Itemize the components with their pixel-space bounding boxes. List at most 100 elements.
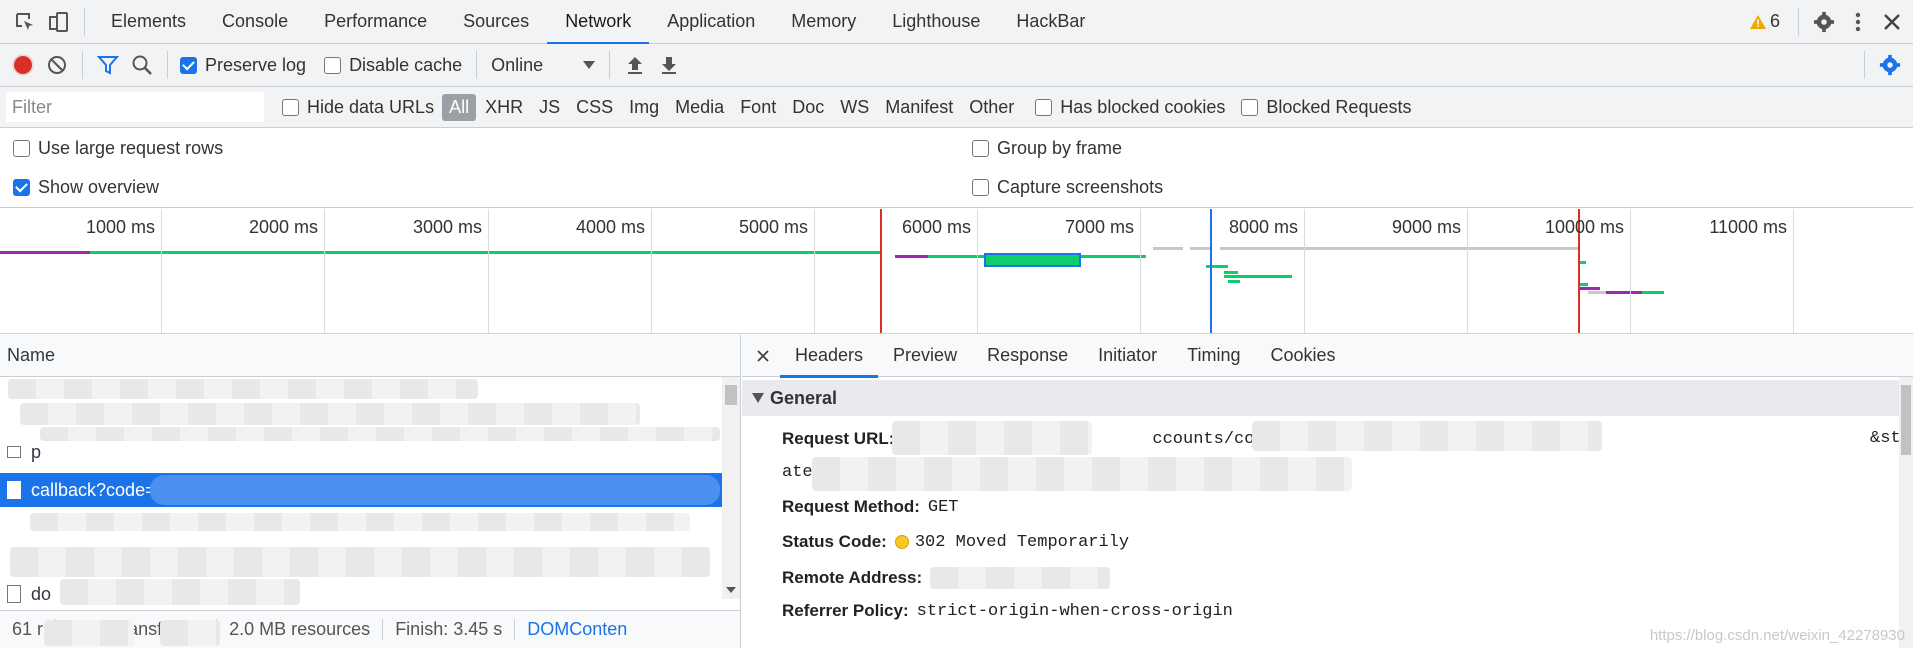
- type-filter-xhr[interactable]: XHR: [478, 94, 530, 121]
- domcontentloaded-time[interactable]: DOMConten: [515, 619, 639, 640]
- panel-tabs: Elements Console Performance Sources Network…: [93, 0, 1103, 45]
- checkbox-unchecked[interactable]: [13, 139, 30, 157]
- toolbar-divider: [1864, 51, 1865, 79]
- timeline-tick-label: 10000 ms: [1544, 217, 1624, 237]
- timeline-gridline: [1304, 209, 1305, 333]
- tab-elements[interactable]: Elements: [93, 0, 204, 44]
- settings-row-1: Use large request rows Group by frame: [0, 128, 1913, 168]
- device-toolbar-icon[interactable]: [42, 5, 76, 39]
- document-file-icon: [7, 446, 21, 458]
- filter-icon[interactable]: [91, 48, 125, 82]
- request-name: callback?code=: [31, 479, 156, 500]
- finish-time: Finish: 3.45 s: [383, 619, 516, 640]
- name-column-header[interactable]: Name: [0, 335, 740, 377]
- close-details-icon[interactable]: [746, 339, 780, 373]
- timeline-gridline: [324, 209, 325, 333]
- checkbox-unchecked[interactable]: [1241, 98, 1259, 116]
- type-filter-js[interactable]: JS: [532, 94, 567, 121]
- checkbox-checked[interactable]: [180, 56, 197, 74]
- network-overview-timeline[interactable]: 1000 ms 2000 ms 3000 ms 4000 ms 5000 ms 6000 …: [0, 209, 1913, 334]
- scroll-down-arrow-icon[interactable]: [726, 587, 736, 593]
- filter-input[interactable]: [6, 92, 264, 122]
- redacted-region: [1252, 421, 1602, 451]
- preserve-log-checkbox[interactable]: Preserve log: [180, 55, 306, 76]
- requests-scrollbar[interactable]: [722, 377, 740, 599]
- clear-icon[interactable]: [40, 48, 74, 82]
- status-code-label: Status Code:: [782, 532, 887, 551]
- blocked-requests-checkbox[interactable]: Blocked Requests: [1241, 97, 1411, 118]
- tab-application[interactable]: Application: [649, 0, 773, 44]
- group-by-frame-label: Group by frame: [997, 137, 1123, 158]
- scrollbar-thumb[interactable]: [725, 385, 737, 405]
- blocked-requests-label: Blocked Requests: [1266, 96, 1412, 117]
- scrollbar-thumb[interactable]: [1901, 385, 1911, 455]
- request-url-value-wrap: ate: [782, 463, 813, 482]
- show-overview-checkbox[interactable]: Show overview: [13, 177, 159, 198]
- details-tab-headers[interactable]: Headers: [780, 335, 879, 378]
- disable-cache-label: Disable cache: [349, 54, 463, 75]
- redacted-region: [160, 620, 220, 646]
- group-by-frame-checkbox[interactable]: Group by frame: [972, 138, 1122, 159]
- more-options-icon[interactable]: [1841, 5, 1875, 39]
- general-section-header[interactable]: General: [742, 380, 1913, 416]
- type-filter-font[interactable]: Font: [733, 94, 783, 121]
- details-tab-cookies[interactable]: Cookies: [1256, 335, 1351, 377]
- checkbox-unchecked[interactable]: [972, 179, 989, 196]
- devtools-tab-bar: Elements Console Performance Sources Network…: [0, 0, 1913, 45]
- tab-sources[interactable]: Sources: [445, 0, 547, 44]
- hide-data-urls-checkbox[interactable]: Hide data URLs: [282, 97, 434, 118]
- disable-cache-checkbox[interactable]: Disable cache: [324, 55, 462, 76]
- timeline-gridline: [1630, 209, 1631, 333]
- export-har-icon[interactable]: [652, 48, 686, 82]
- details-tab-timing[interactable]: Timing: [1172, 335, 1255, 377]
- checkbox-unchecked[interactable]: [972, 139, 989, 157]
- type-filter-all[interactable]: All: [442, 93, 477, 121]
- close-devtools-icon[interactable]: [1875, 5, 1909, 39]
- throttling-select[interactable]: Online: [485, 55, 601, 76]
- type-filter-img[interactable]: Img: [622, 94, 666, 121]
- details-tab-response[interactable]: Response: [972, 335, 1083, 377]
- details-tab-preview[interactable]: Preview: [878, 335, 972, 377]
- request-row[interactable]: p: [0, 439, 722, 465]
- import-har-icon[interactable]: [618, 48, 652, 82]
- warning-count: 6: [1769, 11, 1780, 31]
- details-scrollbar[interactable]: [1899, 377, 1913, 648]
- type-filter-other[interactable]: Other: [962, 94, 1021, 121]
- type-filter-doc[interactable]: Doc: [785, 94, 831, 121]
- request-name: do: [31, 583, 52, 604]
- dropdown-arrow-icon: [583, 61, 596, 69]
- has-blocked-cookies-checkbox[interactable]: Has blocked cookies: [1035, 97, 1225, 118]
- status-indicator-icon: [894, 535, 909, 549]
- redacted-region: [8, 379, 478, 399]
- type-filter-ws[interactable]: WS: [833, 94, 876, 121]
- tab-hackbar[interactable]: HackBar: [998, 0, 1103, 44]
- record-icon[interactable]: [6, 48, 40, 82]
- checkbox-checked[interactable]: [13, 179, 30, 196]
- tab-console[interactable]: Console: [204, 0, 306, 44]
- warning-indicator[interactable]: 6: [1749, 11, 1780, 32]
- request-method-label: Request Method:: [782, 497, 920, 516]
- tab-memory[interactable]: Memory: [773, 0, 874, 44]
- type-filter-css[interactable]: CSS: [569, 94, 620, 121]
- large-rows-checkbox[interactable]: Use large request rows: [13, 138, 223, 159]
- type-filter-manifest[interactable]: Manifest: [878, 94, 960, 121]
- request-row-selected[interactable]: callback?code=: [0, 473, 722, 507]
- tab-performance[interactable]: Performance: [306, 0, 445, 44]
- checkbox-unchecked[interactable]: [1035, 98, 1053, 116]
- type-filter-media[interactable]: Media: [668, 94, 731, 121]
- network-settings-gear-icon[interactable]: [1873, 48, 1907, 82]
- inspect-element-icon[interactable]: [8, 5, 42, 39]
- timeline-bar: [90, 251, 881, 254]
- search-icon[interactable]: [125, 48, 159, 82]
- checkbox-unchecked[interactable]: [324, 56, 342, 74]
- tab-lighthouse[interactable]: Lighthouse: [874, 0, 998, 44]
- tab-network[interactable]: Network: [547, 0, 650, 45]
- checkbox-unchecked[interactable]: [282, 98, 299, 116]
- details-tab-initiator[interactable]: Initiator: [1083, 335, 1172, 377]
- referrer-policy-row: Referrer Policy: strict-origin-when-cros…: [782, 601, 1233, 621]
- capture-screenshots-checkbox[interactable]: Capture screenshots: [972, 177, 1163, 198]
- timeline-tick-label: 9000 ms: [1391, 217, 1461, 237]
- settings-gear-icon[interactable]: [1807, 5, 1841, 39]
- resource-type-filters: All XHR JS CSS Img Media Font Doc WS Manifest Othe…: [442, 93, 1021, 121]
- name-header-label: Name: [7, 345, 56, 365]
